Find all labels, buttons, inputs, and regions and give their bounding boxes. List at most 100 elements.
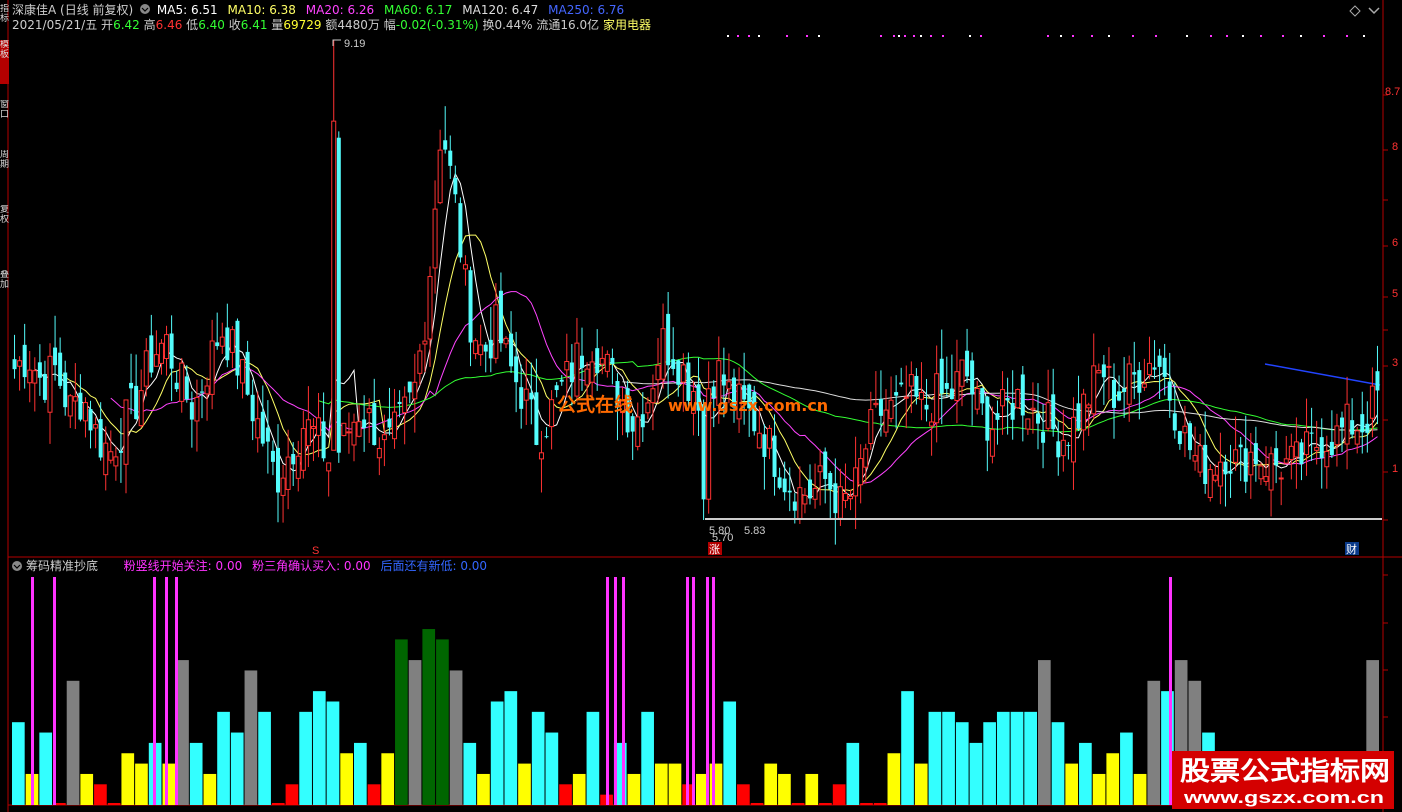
indicator-bar <box>504 691 518 805</box>
indicator-bar <box>1065 763 1079 805</box>
candle-body-down <box>671 359 676 369</box>
candle-body-up <box>837 486 843 519</box>
float-value: 16.0亿 <box>560 18 600 32</box>
candle-body-down <box>78 392 83 420</box>
candle-body-down <box>777 477 782 488</box>
candle-body-up <box>959 359 965 387</box>
candle-body-up <box>310 425 316 429</box>
indicator-bar <box>121 753 135 805</box>
candle-body-up <box>300 428 306 471</box>
signal-dot <box>1047 35 1049 37</box>
indicator-bar <box>860 803 873 805</box>
candle-body-down <box>1005 398 1010 401</box>
candle-body-down <box>1101 364 1106 378</box>
indicator-bar <box>1024 711 1037 805</box>
indicator-bar <box>928 711 942 805</box>
pink-signal-line <box>692 577 695 805</box>
pink-signal-line <box>53 577 56 805</box>
signal-dot <box>758 35 760 37</box>
indicator-bar <box>408 660 422 805</box>
candle-body-down <box>980 388 985 404</box>
candle-body-down <box>265 427 270 442</box>
signal-dot <box>880 35 882 37</box>
side-tab-adjust[interactable]: 复权 <box>0 205 9 249</box>
candle-body-up <box>316 417 322 436</box>
indicator-bar <box>449 670 463 805</box>
candle-body-down <box>1274 448 1279 466</box>
candle-body-up <box>1258 465 1264 480</box>
candle-body-up <box>392 411 398 440</box>
turnover-label: 换 <box>482 18 495 32</box>
indicator-bar <box>531 711 545 805</box>
candle-body-down <box>676 360 681 385</box>
pink-signal-line <box>686 577 689 805</box>
candle-body-down <box>1329 441 1334 456</box>
candle-body-down <box>37 362 42 378</box>
candle-body-up <box>858 458 864 486</box>
indicator-bar <box>1133 773 1147 805</box>
candle-body-up <box>726 381 732 390</box>
candle-body-down <box>118 451 123 453</box>
signal-dot <box>920 35 922 37</box>
candle-body-up <box>341 422 347 437</box>
indicator-bar <box>367 784 381 805</box>
side-tab-period[interactable]: 周期 <box>0 150 9 194</box>
indicator-menu-icon[interactable] <box>12 561 22 571</box>
candle-body-up <box>863 448 869 468</box>
side-tab-overlay[interactable]: 叠加 <box>0 270 9 314</box>
price-axis-label: 1 <box>1392 463 1398 475</box>
candle-body-down <box>1203 444 1208 485</box>
indicator-title[interactable]: 筹码精准抄底 <box>26 559 98 573</box>
candle-body-down <box>792 501 797 511</box>
open-value: 6.42 <box>113 18 140 32</box>
candle-body-down <box>529 392 534 400</box>
candle-body-up <box>381 434 387 441</box>
candle-body-down <box>544 436 549 438</box>
ma-label: MA5: 6.51 <box>156 3 218 17</box>
candle-body-up <box>17 360 23 367</box>
candle-body-up <box>1369 385 1375 419</box>
candle-body-up <box>584 368 590 386</box>
candle-body-down <box>1041 431 1046 443</box>
candle-body-down <box>1177 431 1182 445</box>
candle-body-down <box>58 352 63 386</box>
side-tab-indicator[interactable]: 指标 <box>0 4 9 34</box>
watermark-site: 公式在线 <box>557 393 633 416</box>
indicator-bar <box>299 711 312 805</box>
candle-body-up <box>27 369 33 384</box>
candle-body-up <box>366 408 372 414</box>
candle-body-up <box>478 344 484 356</box>
candle-body-down <box>1167 381 1172 401</box>
candle-body-down <box>387 418 392 428</box>
side-tab-window[interactable]: 窗口 <box>0 100 9 144</box>
indicator-bar <box>641 711 654 805</box>
candle-body-up <box>219 336 225 347</box>
candle-body-up <box>351 421 357 446</box>
indicator-bar <box>381 753 395 805</box>
indicator-bar <box>545 732 559 805</box>
candle-body-up <box>1106 365 1112 368</box>
signal-dot <box>1108 35 1110 37</box>
indicator-bar <box>422 629 436 805</box>
candle-body-down <box>189 402 194 420</box>
candle-body-up <box>1081 393 1087 431</box>
signal-dot <box>727 35 729 37</box>
candle-body-down <box>1152 367 1157 370</box>
candle-body-down <box>1360 414 1365 433</box>
candle-body-up <box>1182 425 1188 434</box>
indicator-bar <box>942 711 955 805</box>
candle-body-up <box>412 381 418 400</box>
signal-dot <box>1060 35 1062 37</box>
candle-body-down <box>453 177 458 195</box>
signal-dot <box>1242 35 1244 37</box>
candle-body-down <box>129 382 134 389</box>
indicator-bar <box>518 763 531 805</box>
candle-body-down <box>149 335 154 373</box>
candle-body-up <box>645 402 651 414</box>
side-tab-template[interactable]: 模板 <box>0 40 9 84</box>
indicator-bar <box>477 773 490 805</box>
candle-body-up <box>1025 418 1031 430</box>
candle-body-up <box>1045 402 1051 429</box>
indicator-bar <box>873 803 887 805</box>
candle-body-up <box>589 361 595 383</box>
